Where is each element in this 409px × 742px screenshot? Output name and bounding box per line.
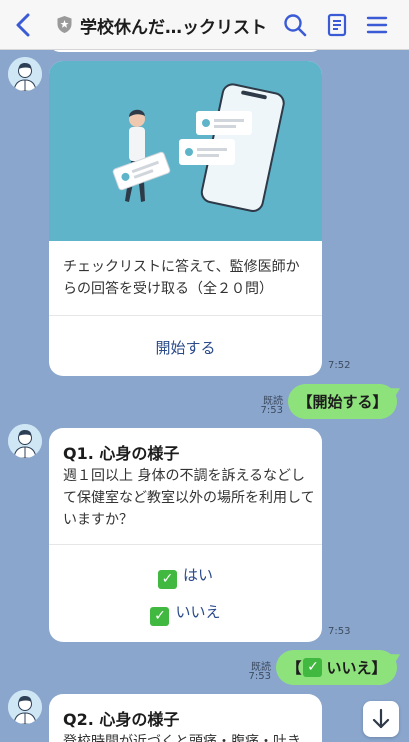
question-body: 登校時間が近づくと頭痛・腹痛・吐き — [63, 734, 301, 742]
answer-no-button[interactable]: ✓ いいえ — [49, 601, 322, 626]
answer-no-label: いいえ — [175, 603, 221, 621]
chat-area[interactable]: チェックリストに答えて、監修医師からの回答を受け取る（全２０問） 開始する 7:… — [0, 50, 409, 742]
message-time: 7:53 — [260, 405, 283, 416]
doctor-avatar-icon — [8, 57, 42, 91]
message-time: 7:53 — [248, 671, 271, 682]
doctor-avatar-icon — [8, 424, 42, 458]
question-title: Q2. 心身の様子 — [63, 710, 180, 729]
chat-header: 学校休んだ…ックリスト — [0, 0, 409, 50]
message-time: 7:53 — [328, 626, 351, 637]
avatar[interactable] — [8, 424, 42, 458]
back-icon[interactable] — [12, 12, 36, 38]
card-description: チェックリストに答えて、監修医師からの回答を受け取る（全２０問） — [63, 259, 300, 297]
sent-message-text: 【開始する】 — [297, 393, 388, 411]
sent-message-bubble[interactable]: 【開始する】 — [288, 384, 397, 419]
bracket-close: 】 — [371, 659, 387, 677]
avatar[interactable] — [8, 690, 42, 724]
check-mark-icon: ✓ — [150, 607, 170, 626]
previous-message-card — [49, 50, 322, 52]
message-time: 7:52 — [328, 360, 351, 371]
check-mark-icon: ✓ — [303, 658, 323, 677]
search-icon[interactable] — [282, 12, 308, 38]
illustration-image — [49, 61, 322, 241]
check-mark-icon: ✓ — [157, 570, 177, 589]
chat-title[interactable]: 学校休んだ…ックリスト — [80, 13, 280, 38]
arrow-down-icon — [372, 708, 390, 729]
sent-message-bubble[interactable]: 【✓ いいえ】 — [276, 650, 397, 685]
scroll-to-bottom-button[interactable] — [363, 701, 399, 737]
checklist-intro-card: チェックリストに答えて、監修医師からの回答を受け取る（全２０問） 開始する — [49, 61, 322, 376]
avatar[interactable] — [8, 57, 42, 91]
start-button[interactable]: 開始する — [49, 337, 322, 358]
card-divider — [49, 544, 322, 545]
doctor-avatar-icon — [8, 690, 42, 724]
answer-yes-label: はい — [182, 566, 213, 584]
question-card: Q2. 心身の様子 登校時間が近づくと頭痛・腹痛・吐き — [49, 694, 322, 742]
question-card: Q1. 心身の様子 週１回以上 身体の不調を訴えるなどして保健室など教室以外の場… — [49, 428, 322, 642]
menu-icon[interactable] — [364, 12, 390, 38]
question-title: Q1. 心身の様子 — [63, 444, 180, 463]
note-icon[interactable] — [324, 12, 350, 38]
card-divider — [49, 315, 322, 316]
sent-message-text: いいえ — [326, 659, 372, 677]
answer-yes-button[interactable]: ✓ はい — [49, 564, 322, 589]
shield-icon — [57, 16, 72, 33]
question-body: 週１回以上 身体の不調を訴えるなどして保健室など教室以外の場所を利用していますか… — [63, 468, 315, 528]
bracket-open: 【 — [286, 659, 302, 677]
